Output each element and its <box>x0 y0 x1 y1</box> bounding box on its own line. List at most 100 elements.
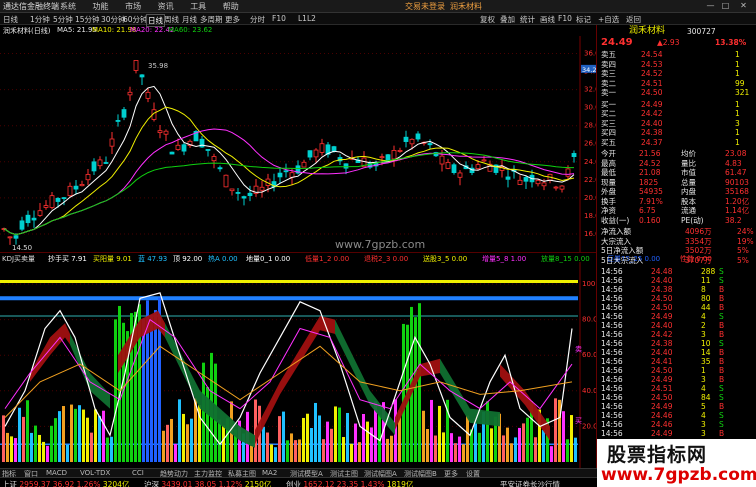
tick-time: 14:56 <box>601 393 623 402</box>
tab-minute[interactable]: 分时 <box>250 14 265 25</box>
tick-side: B <box>719 375 725 384</box>
index-quote[interactable]: 沪深 3439.01 38.05 1.12% 2150亿 <box>144 479 271 487</box>
btn-back[interactable]: 返回 <box>626 14 641 25</box>
period-30min[interactable]: 30分钟 <box>101 14 126 25</box>
volume-bar <box>430 399 433 462</box>
period-multi[interactable]: 多周期 <box>200 14 223 25</box>
candle-body <box>25 214 31 224</box>
volume-bar <box>18 407 21 462</box>
tab-l1l2[interactable]: L1L2 <box>298 14 316 23</box>
period-daily[interactable]: 日线 <box>3 14 18 25</box>
menu-tools[interactable]: 工具 <box>190 2 206 11</box>
period-1min[interactable]: 1分钟 <box>30 14 50 25</box>
minimize-icon[interactable]: — <box>705 1 716 11</box>
tab-f10[interactable]: F10 <box>272 14 286 23</box>
volume-bar <box>2 415 5 462</box>
bid-label: 买四 <box>601 128 616 137</box>
period-5min[interactable]: 5分钟 <box>53 14 73 25</box>
tick-time: 14:56 <box>601 420 623 429</box>
period-more[interactable]: 更多 <box>225 14 240 25</box>
period-month[interactable]: 月线 <box>182 14 197 25</box>
main-menu[interactable]: 系统 功能 市场 资讯 工具 帮助 <box>60 1 239 12</box>
tick-side: B <box>719 303 725 312</box>
candle-body <box>37 210 43 216</box>
index-quote[interactable]: 创业 1652.12 23.35 1.43% 1819亿 <box>286 479 413 487</box>
kline-chart[interactable]: 36.0034.0032.0030.0028.0026.0024.0022.00… <box>0 36 596 252</box>
btn-stats[interactable]: 统计 <box>520 14 535 25</box>
indicator-tab[interactable]: MACD <box>46 469 67 477</box>
candle-body <box>61 197 67 200</box>
btn-overlay[interactable]: 叠加 <box>500 14 515 25</box>
volume-bar <box>522 423 525 462</box>
candle-body <box>331 146 337 152</box>
volume-bar <box>54 418 57 462</box>
menu-info[interactable]: 资讯 <box>158 2 174 11</box>
price-axis-label: 16.00 <box>584 230 596 238</box>
period-60min[interactable]: 60分钟 <box>123 14 148 25</box>
ask-label: 卖四 <box>601 59 616 69</box>
btn-add-favorite[interactable]: +自选 <box>598 14 619 25</box>
volume-bar <box>526 417 529 462</box>
period-15min[interactable]: 15分钟 <box>75 14 100 25</box>
tick-side: B <box>719 357 725 366</box>
volume-bar <box>298 439 301 462</box>
tick-volume: 80 <box>701 294 711 303</box>
index-amount: 3204亿 <box>102 480 130 487</box>
btn-f10[interactable]: F10 <box>558 14 572 23</box>
ask-volume: 1 <box>735 59 740 69</box>
menu-function[interactable]: 功能 <box>93 2 109 11</box>
tick-side: S <box>719 267 724 276</box>
candle-body <box>73 185 79 190</box>
tick-price: 24.51 <box>651 384 673 393</box>
candle-body <box>517 179 523 185</box>
menu-help[interactable]: 帮助 <box>223 2 239 11</box>
bid-price: 24.40 <box>641 118 663 128</box>
volume-bar <box>486 401 489 462</box>
quote-header: 润禾材料 300727 <box>597 27 756 37</box>
stat-value: 61.47 <box>725 168 747 177</box>
price-axis-label: 28.00 <box>584 122 596 130</box>
indicator-chart[interactable]: 卖买 100.00 80.00 60.00 40.00 20.00 <box>0 262 596 468</box>
tick-price: 24.46 <box>651 411 673 420</box>
candle-body <box>157 130 163 133</box>
flow-value: 4096万 <box>685 227 712 236</box>
volume-bar <box>346 412 349 462</box>
current-price-tag: 34.28 <box>581 64 596 74</box>
stat-label: 总量 <box>681 177 696 187</box>
menu-system[interactable]: 系统 <box>60 2 76 11</box>
volume-bar <box>390 435 393 462</box>
menu-market[interactable]: 市场 <box>125 2 141 11</box>
stat-label: 外盘 <box>601 187 616 196</box>
volume-bar <box>434 435 437 462</box>
tick-volume: 44 <box>701 303 711 312</box>
candle-body <box>427 143 433 146</box>
indicator-tab[interactable]: CCI <box>132 469 144 477</box>
high-price-marker: 35.98 <box>148 62 169 70</box>
candle-body <box>535 179 541 185</box>
volume-bar <box>314 402 317 462</box>
trade-login-notice[interactable]: 交易未登录 <box>405 1 445 12</box>
candle-body <box>79 184 85 187</box>
broker-name: 平安证券长沙行情 <box>500 480 560 487</box>
btn-mark[interactable]: 标记 <box>576 14 591 25</box>
ask-volume: 1 <box>735 50 740 59</box>
tick-price: 24.40 <box>651 276 673 285</box>
close-icon[interactable]: ✕ <box>738 1 749 11</box>
indicator-tab[interactable]: VOL-TDX <box>80 469 110 477</box>
tick-time: 14:56 <box>601 330 623 339</box>
bid-label: 买一 <box>601 99 616 109</box>
volume-bar <box>474 422 477 462</box>
btn-restore-rights[interactable]: 复权 <box>480 14 495 25</box>
index-quote[interactable]: 上证 2959.37 36.92 1.26% 3204亿 <box>2 479 129 487</box>
tick-side: S <box>719 411 724 420</box>
indicator-tab[interactable]: MA2 <box>262 469 277 477</box>
tick-time: 14:56 <box>601 402 623 411</box>
candle-body <box>319 143 325 153</box>
btn-draw[interactable]: 画线 <box>540 14 555 25</box>
tick-price: 24.49 <box>651 375 673 384</box>
bid-price: 24.42 <box>641 109 663 118</box>
maximize-icon[interactable]: □ <box>720 1 731 11</box>
volume-bar <box>30 432 33 462</box>
volume-bar <box>118 305 121 462</box>
period-week[interactable]: 周线 <box>164 14 179 25</box>
